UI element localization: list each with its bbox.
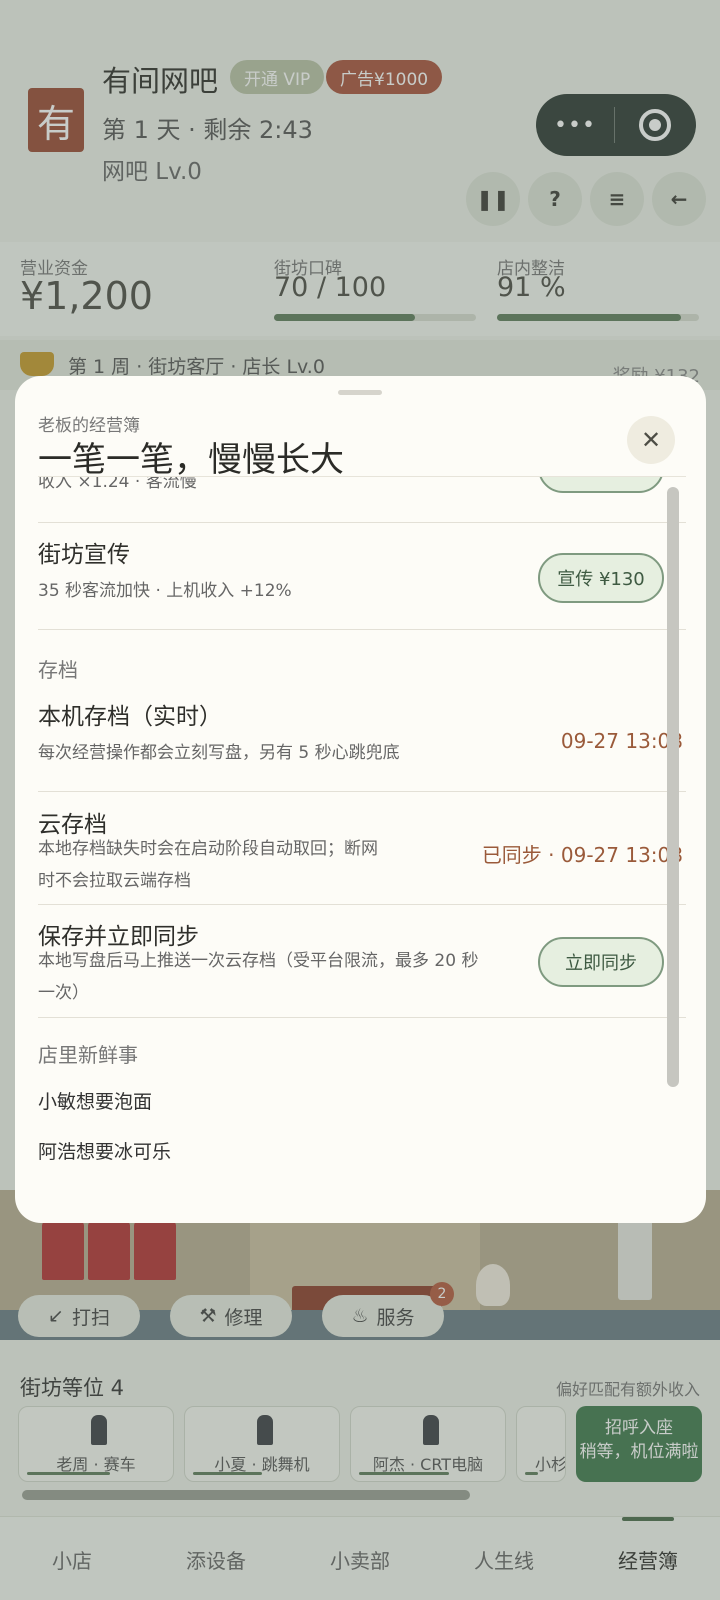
news-item: 小敏想要泡面 xyxy=(38,1091,153,1113)
news-item: 阿浩想要冰可乐 xyxy=(38,1141,172,1163)
cloud-save-status: 已同步 · 09-27 13:08 xyxy=(481,843,683,867)
upgrade-button[interactable] xyxy=(538,477,664,493)
close-icon[interactable]: ✕ xyxy=(627,416,675,464)
row-divider xyxy=(38,791,686,792)
promo-button[interactable]: 宣传 ¥130 xyxy=(538,553,664,603)
row-divider xyxy=(38,522,686,523)
local-save-time: 09-27 13:08 xyxy=(560,729,683,753)
modal-title: 一笔一笔，慢慢长大 xyxy=(38,440,344,480)
sync-now-desc-1: 本地写盘后马上推送一次云存档（受平台限流，最多 20 秒 xyxy=(38,951,479,971)
row-divider xyxy=(38,1017,686,1018)
save-section-title: 存档 xyxy=(38,658,78,682)
sync-now-button[interactable]: 立即同步 xyxy=(538,937,664,987)
row-divider xyxy=(38,904,686,905)
cloud-save-desc-1: 本地存档缺失时会在启动阶段自动取回；断网 xyxy=(38,839,378,859)
drag-handle[interactable] xyxy=(338,390,382,395)
vertical-scrollbar[interactable] xyxy=(667,487,679,1087)
upgrade-row-desc: 收入 ×1.24 · 客流慢 xyxy=(38,477,197,492)
promo-title: 街坊宣传 xyxy=(38,542,130,568)
row-divider xyxy=(38,629,686,630)
modal-scroll-area[interactable]: 收入 ×1.24 · 客流慢 街坊宣传 35 秒客流加快 · 上机收入 +12%… xyxy=(15,477,706,1223)
news-section-title: 店里新鲜事 xyxy=(38,1043,138,1067)
sync-now-desc-2: 一次） xyxy=(38,983,89,1003)
local-save-desc: 每次经营操作都会立刻写盘，另有 5 秒心跳兜底 xyxy=(38,743,400,763)
promo-desc: 35 秒客流加快 · 上机收入 +12% xyxy=(38,581,292,601)
ledger-modal: 老板的经营簿 一笔一笔，慢慢长大 ✕ 收入 ×1.24 · 客流慢 街坊宣传 3… xyxy=(15,376,706,1223)
local-save-title: 本机存档（实时） xyxy=(38,704,222,730)
cloud-save-desc-2: 时不会拉取云端存档 xyxy=(38,871,191,891)
